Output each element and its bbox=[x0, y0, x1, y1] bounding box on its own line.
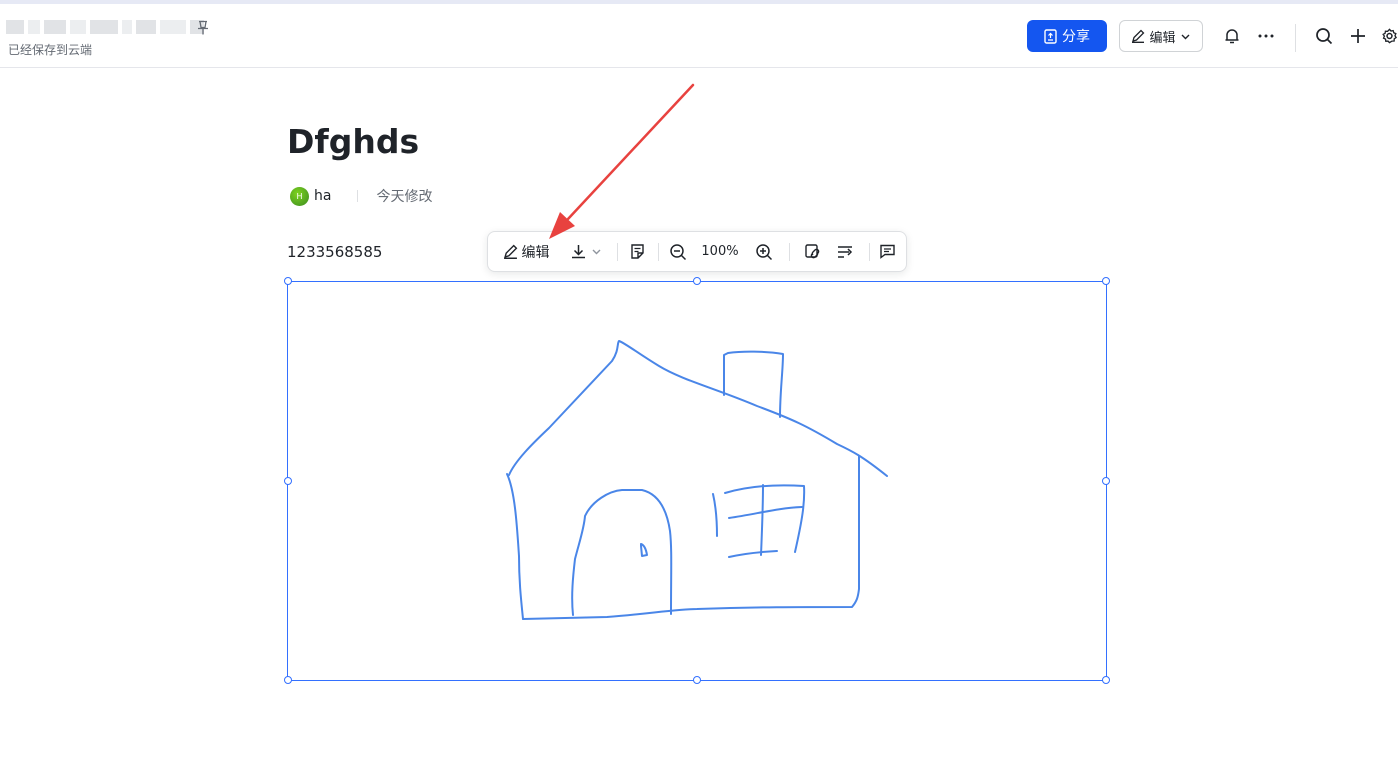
download-icon bbox=[572, 245, 585, 259]
comment-icon bbox=[879, 244, 895, 259]
share-button[interactable]: 分享 bbox=[1027, 20, 1107, 52]
author-name[interactable]: ha bbox=[314, 188, 331, 204]
image-edit-label: 编辑 bbox=[521, 244, 550, 261]
header-divider bbox=[1295, 24, 1296, 52]
plus-icon bbox=[1351, 29, 1365, 43]
avatar[interactable]: H bbox=[290, 186, 309, 206]
link-icon bbox=[805, 243, 820, 258]
zoom-in-button[interactable] bbox=[751, 232, 777, 271]
settings-button[interactable] bbox=[1381, 26, 1398, 46]
wrap-icon bbox=[838, 245, 853, 258]
link-image-button[interactable] bbox=[800, 232, 826, 271]
pin-icon[interactable] bbox=[196, 20, 210, 36]
saved-status-text: 已经保存到云端 bbox=[8, 43, 93, 57]
image-to-text-button[interactable] bbox=[624, 232, 650, 271]
share-doc-icon bbox=[1044, 28, 1057, 44]
zoom-out-button[interactable] bbox=[665, 232, 691, 271]
bell-icon bbox=[1225, 29, 1239, 44]
image-toolbar: 编辑 100% bbox=[487, 231, 907, 272]
notification-button[interactable] bbox=[1222, 26, 1242, 46]
download-dropdown[interactable] bbox=[564, 232, 608, 271]
resize-handle-top-right[interactable] bbox=[1102, 277, 1110, 285]
share-button-label: 分享 bbox=[1062, 29, 1090, 45]
search-icon bbox=[1316, 28, 1333, 45]
modified-time: 今天修改 bbox=[376, 189, 433, 205]
document-breadcrumb-blurred[interactable] bbox=[6, 20, 204, 34]
chevron-down-icon bbox=[1181, 34, 1189, 39]
resize-handle-top[interactable] bbox=[693, 277, 701, 285]
resize-handle-bottom-left[interactable] bbox=[284, 676, 292, 684]
more-icon bbox=[1258, 34, 1274, 38]
zoom-out-icon bbox=[670, 243, 687, 260]
toolbar-divider bbox=[869, 243, 870, 261]
house-sketch-image bbox=[506, 340, 888, 620]
resize-handle-bottom[interactable] bbox=[693, 676, 701, 684]
edit-mode-label: 编辑 bbox=[1149, 30, 1176, 46]
toolbar-divider bbox=[658, 243, 659, 261]
comment-button[interactable] bbox=[874, 232, 900, 271]
pencil-icon bbox=[1132, 29, 1145, 43]
create-button[interactable] bbox=[1348, 26, 1368, 46]
resize-handle-left[interactable] bbox=[284, 477, 292, 485]
resize-handle-right[interactable] bbox=[1102, 477, 1110, 485]
chevron-down-icon bbox=[592, 249, 601, 255]
ocr-icon bbox=[630, 244, 644, 259]
image-edit-button[interactable]: 编辑 bbox=[498, 232, 554, 271]
document-title[interactable]: Dfghds bbox=[287, 122, 419, 161]
document-meta: H ha 今天修改 bbox=[290, 186, 432, 206]
pencil-icon bbox=[503, 244, 517, 259]
toolbar-divider bbox=[617, 243, 618, 261]
resize-handle-top-left[interactable] bbox=[284, 277, 292, 285]
resize-handle-bottom-right[interactable] bbox=[1102, 676, 1110, 684]
text-wrap-button[interactable] bbox=[832, 232, 858, 271]
body-paragraph[interactable]: 1233568585 bbox=[287, 243, 382, 261]
toolbar-divider bbox=[789, 243, 790, 261]
more-button[interactable] bbox=[1256, 26, 1276, 46]
zoom-level: 100% bbox=[701, 244, 739, 259]
gear-icon bbox=[1382, 28, 1398, 44]
top-header: 已经保存到云端 分享 编辑 bbox=[0, 4, 1398, 68]
edit-mode-dropdown[interactable]: 编辑 bbox=[1119, 20, 1203, 52]
search-button[interactable] bbox=[1314, 26, 1334, 46]
zoom-in-icon bbox=[756, 243, 773, 260]
meta-separator bbox=[357, 190, 359, 202]
